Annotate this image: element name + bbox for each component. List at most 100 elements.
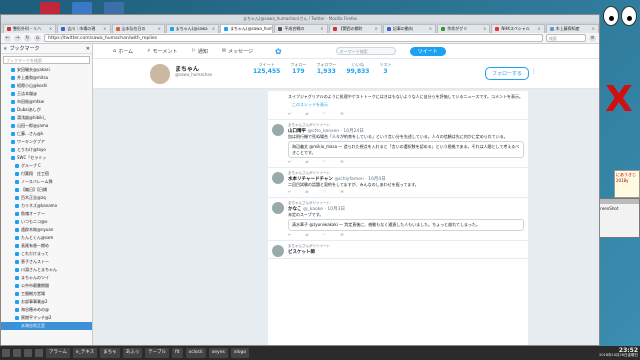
bookmark-item[interactable]: 紹際小山@koshi	[1, 82, 92, 90]
dm-icon[interactable]: ✉	[340, 111, 343, 116]
bookmark-search-input[interactable]: ブックマークを検索	[3, 56, 90, 64]
avatar[interactable]	[272, 244, 284, 257]
bookmark-item[interactable]: 市田裕@mtkw	[1, 98, 92, 106]
bookmark-item[interactable]: とりわけ@toyo	[1, 146, 92, 154]
nav-notifications[interactable]: ⚐ 通知	[191, 48, 208, 55]
url-field[interactable]: https://twitter.com/sawa_humachan/with_r…	[44, 34, 543, 42]
follow-button[interactable]: フォローする	[484, 67, 529, 80]
tab-item[interactable]: 吉川｜市場の現 ×	[57, 24, 111, 33]
stat-item[interactable]: いいね 99,833	[346, 62, 369, 75]
close-icon[interactable]: ×	[212, 25, 215, 33]
sidebar-header[interactable]: ★ ブックマーク ✕	[1, 44, 92, 54]
bookmark-item[interactable]: ノースバレーム隊	[1, 178, 92, 186]
bookmark-item[interactable]: 川淵さんとまちゃん	[1, 266, 92, 274]
bookmark-item[interactable]: 海谷穂みめの@	[1, 306, 92, 314]
small-window[interactable]: screenShot	[593, 198, 640, 238]
bookmark-item[interactable]: 魚魂オーナー	[1, 210, 92, 218]
bookmark-item[interactable]: 遠辟木純@nyuan	[1, 226, 92, 234]
tweet[interactable]: まちゃんさんがリツイート かなこ @_kaoke · 10月3日 未定のスープです。…	[268, 198, 528, 241]
taskbar-item[interactable]: fit	[172, 348, 183, 358]
taskbar-item[interactable]: xeyes	[208, 348, 228, 358]
bookmark-item[interactable]: 付葉翔 庄工宿	[1, 170, 92, 178]
tab-item[interactable]: 【関西の鯖町 ×	[328, 24, 382, 33]
bookmark-item[interactable]: 水海谷尚之宮	[1, 322, 92, 330]
close-icon[interactable]: ×	[103, 25, 106, 33]
quoted-tweet[interactable]: 海辺義文 @mikio_masa — 造られた視点を入れると「言いの選択肢を認め…	[288, 141, 524, 158]
like-icon[interactable]: ♡	[323, 111, 327, 116]
bookmark-item[interactable]: カリネズ@kanamo	[1, 202, 92, 210]
home-icon[interactable]: ⌂	[34, 34, 41, 42]
tweet[interactable]: まちゃんさんがリツイート ビスケット師	[268, 241, 528, 259]
like-icon[interactable]: ♡	[323, 159, 327, 164]
bookmark-item[interactable]: 湯浅誠@hibiki_	[1, 114, 92, 122]
retweet-icon[interactable]: ⇄	[305, 232, 308, 237]
tab-item[interactable]: 整形外科・リハ ×	[3, 24, 57, 33]
twitter-search-input[interactable]: キーワード検索	[335, 47, 396, 55]
bookmark-item[interactable]: 公中市廃書期間	[1, 282, 92, 290]
retweet-icon[interactable]: ⇄	[305, 159, 308, 164]
back-icon[interactable]: ←	[4, 34, 11, 42]
bookmark-item[interactable]: 安田磯夫@yakasi	[1, 66, 92, 74]
stat-item[interactable]: フォロワー 1,933	[316, 62, 336, 75]
bookmark-item[interactable]: いつもニコ@o	[1, 218, 92, 226]
retweet-icon[interactable]: ⇄	[305, 189, 308, 194]
tab-item[interactable]: 平成合戦の ×	[274, 24, 328, 33]
tweet[interactable]: まちゃんさんがリツイート 水本リチャードチャン @ichiyfamen · 10月…	[268, 168, 528, 198]
bookmark-item[interactable]: たんとくん@sam	[1, 234, 92, 242]
search-field[interactable]: 検索	[546, 34, 586, 42]
stat-item[interactable]: ツイート 125,455	[253, 62, 280, 75]
more-icon[interactable]: ⋮	[531, 68, 537, 75]
close-icon[interactable]: ×	[320, 25, 323, 33]
sticky-note[interactable]: にあうきじ 2018y	[614, 170, 640, 198]
dm-icon[interactable]: ✉	[340, 159, 343, 164]
bookmark-item[interactable]: 恵子さんストー	[1, 258, 92, 266]
taskbar-item[interactable]: まちゃ	[100, 348, 120, 358]
taskbar-item[interactable]: xlogo	[230, 348, 250, 358]
launcher-icon[interactable]	[24, 349, 32, 357]
tweet-author[interactable]: ビスケット師	[288, 249, 524, 255]
bookmark-item[interactable]: ワーキングプア	[1, 138, 92, 146]
nav-messages[interactable]: ✉ メッセージ	[222, 48, 253, 55]
taskbar-item[interactable]: xclock	[185, 348, 206, 358]
bookmark-item[interactable]: SWC「セラミッ	[1, 154, 92, 162]
close-icon[interactable]: ×	[429, 25, 432, 33]
bookmark-item[interactable]: これだけまって	[1, 250, 92, 258]
tab-item[interactable]: まちゃん(@sawa ×	[165, 24, 220, 33]
tab-item[interactable]: 木上藤探知産 ×	[545, 24, 599, 33]
tweet[interactable]: スイブジャグリアルのように処理やゲストトークにはきはもないような人に自分らを評価…	[268, 91, 528, 120]
tweet-button[interactable]: ツイート	[409, 46, 446, 56]
tab-item[interactable]: 余命がグリ ×	[437, 24, 491, 33]
tab-item[interactable]: NHKスペシャル ×	[491, 24, 545, 33]
show-thread-link[interactable]: このスレッドを表示	[288, 100, 524, 110]
nav-moments[interactable]: ⚡ モーメント	[147, 48, 177, 55]
avatar[interactable]	[272, 123, 284, 136]
bookmark-item[interactable]: Dubaiあしが	[1, 106, 92, 114]
like-icon[interactable]: ♡	[323, 189, 327, 194]
bookmark-item[interactable]: 長尾有香一期め	[1, 242, 92, 250]
nav-home[interactable]: ⌂ ホーム	[113, 48, 133, 55]
app-menu-icon[interactable]	[2, 349, 10, 357]
bookmark-item[interactable]: まちゃんのツイ	[1, 274, 92, 282]
launcher-icon[interactable]	[35, 349, 43, 357]
close-icon[interactable]: ×	[157, 25, 160, 33]
launcher-icon[interactable]	[13, 349, 21, 357]
like-icon[interactable]: ♡	[323, 232, 327, 237]
dm-icon[interactable]: ✉	[340, 189, 343, 194]
dm-icon[interactable]: ✉	[340, 232, 343, 237]
bookmark-item[interactable]: 工間樹方営場	[1, 290, 92, 298]
tab-item[interactable]: 山本弘在日の ×	[111, 24, 165, 33]
reload-icon[interactable]: ↻	[24, 34, 31, 42]
close-icon[interactable]: ×	[592, 25, 595, 33]
taskbar-item[interactable]: アラーム	[46, 348, 70, 358]
tweet[interactable]: まちゃんさんがリツイート 山口晴平 @ctto_kensen · 10月24日 加は…	[268, 120, 528, 168]
bookmark-item[interactable]: 【編日】【日橋	[1, 186, 92, 194]
reply-icon[interactable]: ↩	[288, 111, 291, 116]
bookmark-item[interactable]: 百木正志@zq	[1, 194, 92, 202]
bookmark-item[interactable]: 黒燃平マッチ@2	[1, 314, 92, 322]
avatar[interactable]	[148, 62, 172, 86]
stat-item[interactable]: リスト 3	[379, 62, 391, 75]
tab-item[interactable]: 記事の動向 ×	[382, 24, 437, 33]
tab-item[interactable]: まちゃん(@sawa_huma×	[220, 24, 274, 33]
taskbar-item[interactable]: あふっ	[122, 348, 143, 358]
bookmark-item[interactable]: 井上美和@mitsu	[1, 74, 92, 82]
